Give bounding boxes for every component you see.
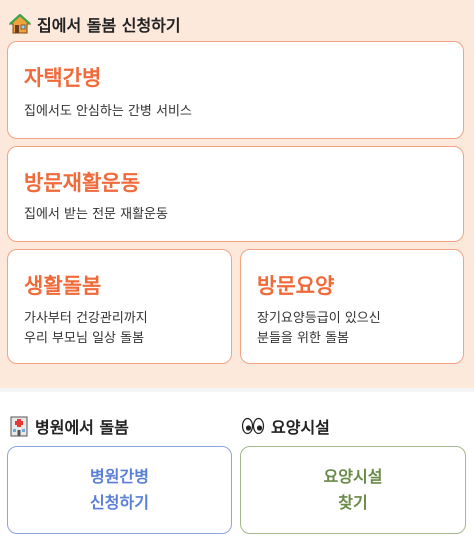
button-label-line-1: 요양시설 (323, 467, 383, 486)
card-description-line-1: 가사부터 건강관리까지 (24, 311, 148, 326)
hospital-icon (9, 415, 29, 437)
section-title-text: 요양시설 (271, 418, 330, 437)
eyes-icon (241, 416, 265, 436)
section-title-text: 병원에서 돌봄 (35, 418, 129, 437)
nursing-facility-title: 요양시설 (241, 414, 330, 438)
card-description-line-2: 우리 부모님 일상 돌봄 (24, 331, 145, 346)
visiting-nursing-card[interactable]: 방문요양 장기요양등급이 있으신 분들을 위한 돌봄 (240, 249, 464, 364)
card-title: 방문요양 (257, 274, 335, 298)
find-nursing-facility-button[interactable]: 요양시설 찾기 (240, 446, 466, 534)
card-title: 자택간병 (24, 66, 102, 90)
home-care-card[interactable]: 자택간병 집에서도 안심하는 간병 서비스 (7, 41, 464, 139)
card-description-line-1: 장기요양등급이 있으신 (257, 311, 381, 326)
card-title: 생활돌봄 (24, 274, 102, 298)
button-label-line-2: 찾기 (338, 493, 368, 512)
card-description-line-2: 분들을 위한 돌봄 (257, 331, 349, 346)
card-description: 집에서도 안심하는 간병 서비스 (24, 104, 192, 119)
daily-care-card[interactable]: 생활돌봄 가사부터 건강관리까지 우리 부모님 일상 돌봄 (7, 249, 232, 364)
button-label-line-1: 병원간병 (90, 467, 149, 486)
hospital-care-apply-button[interactable]: 병원간병 신청하기 (7, 446, 232, 534)
button-label-line-2: 신청하기 (90, 493, 149, 512)
visiting-rehab-card[interactable]: 방문재활운동 집에서 받는 전문 재활운동 (7, 146, 464, 242)
section-title-text: 집에서 돌봄 신청하기 (37, 16, 181, 35)
home-care-title: 집에서 돌봄 신청하기 (9, 12, 181, 36)
card-description: 집에서 받는 전문 재활운동 (24, 207, 168, 222)
house-icon (9, 14, 31, 34)
section-divider (0, 388, 474, 392)
hospital-care-title: 병원에서 돌봄 (9, 414, 129, 438)
card-title: 방문재활운동 (24, 171, 140, 195)
